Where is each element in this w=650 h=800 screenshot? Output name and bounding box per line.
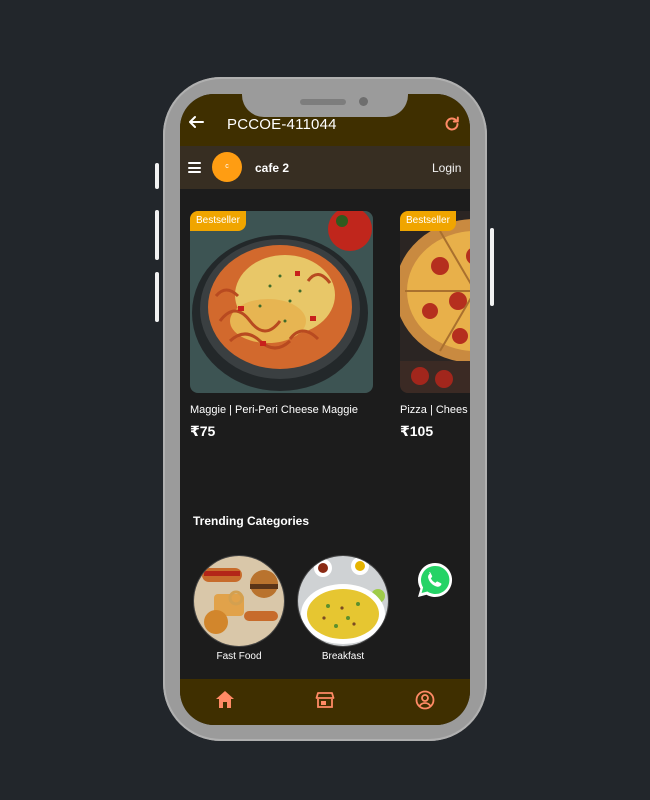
- category-label: Breakfast: [321, 651, 365, 662]
- speaker-grille: [300, 99, 346, 105]
- app-screen: PCCOE-411044 c cafe 2 Login Bestseller M…: [180, 94, 470, 725]
- bestseller-badge: Bestseller: [190, 211, 246, 231]
- store-icon[interactable]: [313, 688, 337, 712]
- phone-volume-down: [155, 272, 159, 322]
- login-button[interactable]: Login: [432, 161, 461, 175]
- product-price: ₹75: [190, 423, 216, 439]
- product-name: Maggie | Peri-Peri Cheese Maggie: [190, 404, 358, 416]
- category-label: Fast Food: [216, 651, 262, 662]
- phone-notch: [242, 88, 408, 117]
- phone-power-button: [490, 228, 494, 306]
- bestseller-badge: Bestseller: [400, 211, 456, 231]
- maggie-image: [190, 211, 373, 393]
- home-icon[interactable]: [213, 688, 237, 712]
- pizza-image: [400, 211, 470, 393]
- phone-mute-switch: [155, 163, 159, 189]
- account-circle-icon[interactable]: [413, 688, 437, 712]
- phone-volume-up: [155, 210, 159, 260]
- breakfast-image: [297, 555, 389, 647]
- bottom-navigation: [180, 679, 470, 725]
- front-camera: [359, 97, 368, 106]
- cafe-name: cafe 2: [255, 161, 290, 175]
- avatar[interactable]: c: [212, 152, 242, 182]
- trending-categories-title: Trending Categories: [193, 514, 310, 528]
- refresh-icon[interactable]: [443, 115, 461, 133]
- fast-food-image: [193, 555, 285, 647]
- arrow-left-icon[interactable]: [188, 114, 204, 134]
- location-title: PCCOE-411044: [227, 116, 337, 133]
- category-item-breakfast[interactable]: Breakfast: [297, 555, 389, 662]
- product-price: ₹105: [400, 423, 434, 439]
- whatsapp-icon[interactable]: [415, 560, 455, 600]
- category-item-fast-food[interactable]: Fast Food: [193, 555, 285, 662]
- product-name: Pizza | Chees: [400, 404, 468, 416]
- hamburger-menu-icon[interactable]: [188, 162, 201, 173]
